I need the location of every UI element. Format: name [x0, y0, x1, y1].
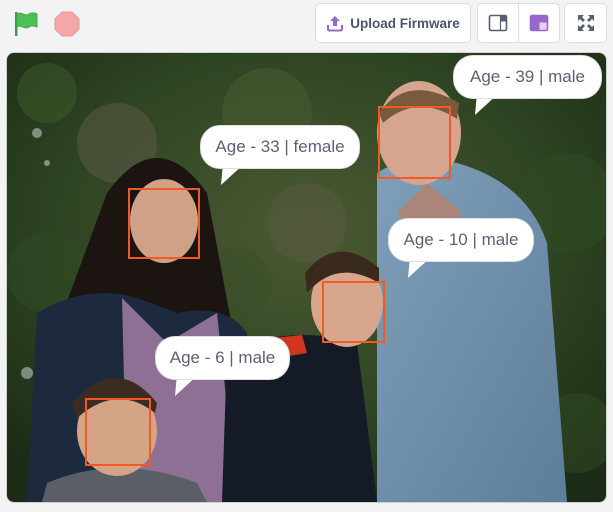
- stage-header: Upload Firmware: [0, 0, 613, 50]
- stop-icon[interactable]: [53, 10, 81, 38]
- fullscreen-icon: [577, 15, 594, 31]
- upload-icon: [327, 16, 344, 32]
- stage[interactable]: Age - 39 | male Age - 33 | female Age - …: [7, 53, 606, 502]
- bubble-label: Age - 6 | male: [155, 336, 290, 380]
- bubble-label: Age - 39 | male: [453, 55, 602, 99]
- bubble-label: Age - 33 | female: [200, 125, 360, 169]
- stage-layout-toggle: [477, 3, 560, 43]
- face-box-father: [378, 106, 451, 179]
- large-stage-layout-icon: [529, 14, 549, 32]
- upload-firmware-button[interactable]: Upload Firmware: [315, 3, 471, 43]
- green-flag-icon[interactable]: [12, 10, 40, 38]
- small-stage-button[interactable]: [478, 4, 518, 42]
- bubble-label: Age - 10 | male: [388, 218, 534, 262]
- face-box-young-boy: [85, 398, 151, 466]
- upload-firmware-label: Upload Firmware: [350, 15, 460, 31]
- large-stage-button[interactable]: [518, 4, 559, 42]
- small-stage-layout-icon: [488, 14, 508, 32]
- face-box-older-boy: [322, 281, 385, 343]
- fullscreen-button[interactable]: [564, 3, 607, 43]
- face-box-mother: [128, 188, 200, 259]
